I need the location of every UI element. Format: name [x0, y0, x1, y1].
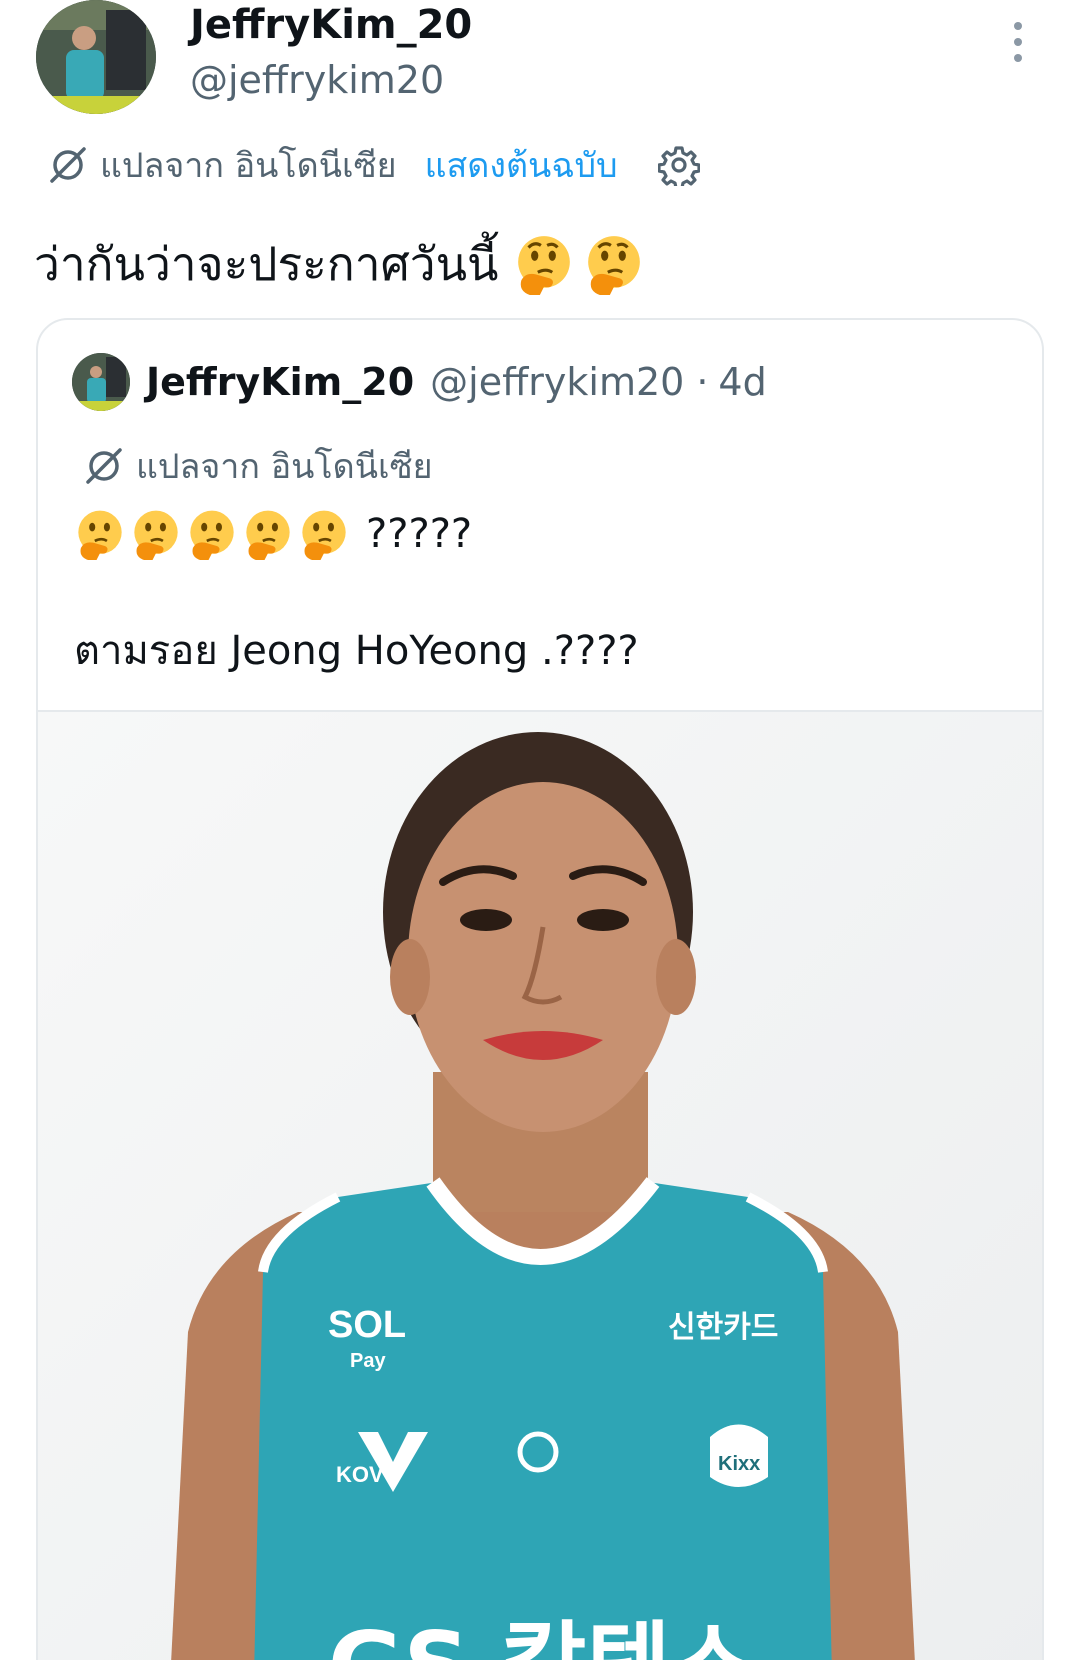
- author-handle[interactable]: @jeffrykim20: [190, 56, 444, 104]
- quoted-photo[interactable]: SOL Pay 신한카드 KOVO Kixx GS 칼텍스: [38, 710, 1042, 1660]
- quoted-text-line-2: ตามรอย Jeong HoYeong .????: [74, 628, 639, 674]
- quoted-timestamp: 4d: [718, 360, 767, 404]
- quoted-tweet[interactable]: JeffryKim_20 @jeffrykim20 · 4d แปลจาก อิ…: [36, 318, 1044, 1660]
- translation-bar: แปลจาก อินโดนีเซีย แสดงต้นฉบับ: [48, 140, 700, 190]
- jersey-sponsor-text: 신한카드: [668, 1310, 778, 1345]
- jersey-brand-sub: Pay: [350, 1350, 386, 1372]
- thinking-face-emoji: [587, 236, 640, 295]
- quoted-question-marks: ?????: [366, 511, 473, 557]
- thinking-face-emoji: [302, 510, 346, 560]
- translate-icon: [50, 147, 86, 183]
- thinking-face-emoji: [190, 510, 234, 560]
- thinking-face-emoji: [78, 510, 122, 560]
- translation-label: แปลจาก อินโดนีเซีย: [100, 146, 397, 186]
- quoted-author-avatar: [72, 353, 130, 411]
- jersey-chest-text: GS 칼텍스: [328, 1612, 756, 1660]
- thinking-face-emoji: [517, 236, 570, 295]
- league-logo: KOVO: [336, 1462, 401, 1487]
- quoted-display-name: JeffryKim_20: [146, 360, 415, 404]
- show-original-link[interactable]: แสดงต้นฉบับ: [425, 138, 618, 192]
- quoted-text-line-1: ?????: [74, 504, 472, 564]
- team-badge: Kixx: [718, 1453, 760, 1475]
- tweet-header: JeffryKim_20 @jeffrykim20: [0, 0, 1080, 130]
- thinking-face-emoji: [246, 510, 290, 560]
- author-avatar[interactable]: [36, 0, 156, 114]
- thinking-face-emoji: [134, 510, 178, 560]
- quoted-tweet-header: JeffryKim_20 @jeffrykim20 · 4d: [72, 352, 767, 412]
- author-display-name[interactable]: JeffryKim_20: [190, 0, 472, 50]
- more-options-icon[interactable]: [1004, 20, 1032, 64]
- translate-icon: [86, 448, 122, 484]
- separator-dot: ·: [696, 360, 709, 404]
- tweet-body: ว่ากันว่าจะประกาศวันนี้: [34, 232, 645, 296]
- quoted-translation-label: แปลจาก อินโดนีเซีย: [136, 447, 433, 487]
- quoted-translation-bar: แปลจาก อินโดนีเซีย: [84, 442, 433, 490]
- gear-icon[interactable]: [657, 144, 700, 186]
- quoted-handle: @jeffrykim20: [430, 360, 685, 404]
- tweet-text: ว่ากันว่าจะประกาศวันนี้: [34, 237, 499, 291]
- jersey-brand-logo: SOL: [328, 1304, 406, 1346]
